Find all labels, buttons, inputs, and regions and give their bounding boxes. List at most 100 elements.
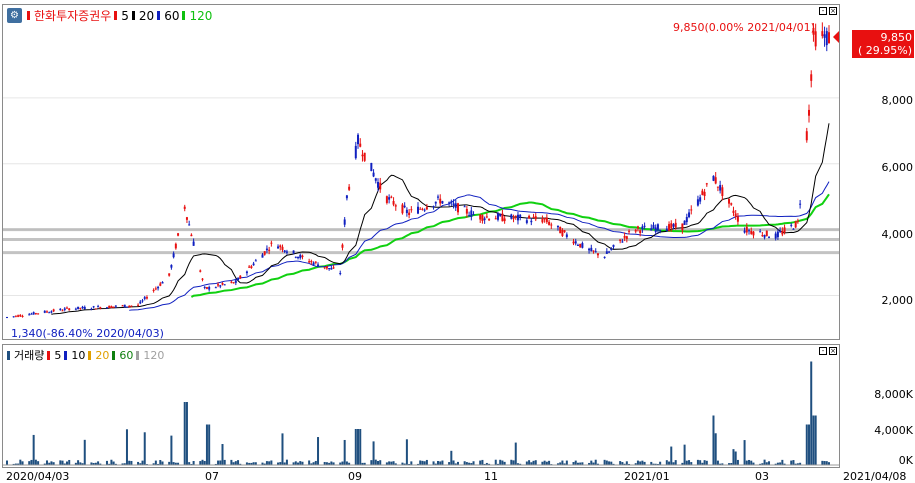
candle-body bbox=[363, 152, 366, 161]
volume-chart[interactable] bbox=[3, 345, 839, 467]
candle-body bbox=[814, 31, 817, 47]
minimize-icon[interactable]: - bbox=[819, 347, 827, 355]
close-icon[interactable]: × bbox=[829, 7, 837, 15]
candle-body bbox=[805, 131, 808, 141]
volume-bar bbox=[705, 460, 708, 465]
candle-body bbox=[405, 209, 408, 214]
volume-bar bbox=[317, 437, 320, 465]
candle-body bbox=[650, 228, 653, 231]
candle-body bbox=[177, 233, 180, 236]
volume-bar bbox=[425, 459, 428, 465]
volume-bar bbox=[712, 415, 715, 465]
volume-bar bbox=[161, 461, 164, 465]
candle-body bbox=[281, 246, 284, 250]
candle-body bbox=[765, 230, 768, 236]
volume-bar bbox=[514, 442, 517, 465]
candle-body bbox=[328, 268, 331, 270]
candle-body bbox=[763, 235, 766, 238]
candle-body bbox=[234, 280, 237, 283]
candle-body bbox=[108, 305, 111, 308]
candle-body bbox=[110, 306, 113, 308]
candle-body bbox=[463, 206, 466, 208]
candle-body bbox=[634, 229, 637, 232]
volume-chart-panel[interactable]: 거래량 5 10 20 60 120 - × bbox=[2, 344, 840, 468]
candle-body bbox=[121, 305, 124, 307]
close-icon[interactable]: × bbox=[829, 347, 837, 355]
candle-body bbox=[105, 307, 108, 309]
volume-bar bbox=[308, 460, 311, 465]
candle-body bbox=[28, 314, 31, 316]
candle-body bbox=[308, 261, 311, 263]
candle-body bbox=[332, 267, 335, 269]
candle-body bbox=[494, 218, 497, 220]
volume-bar bbox=[230, 459, 233, 465]
candle-body bbox=[828, 32, 830, 44]
candle-body bbox=[596, 253, 599, 256]
volume-bar bbox=[219, 460, 222, 465]
volume-bar bbox=[823, 461, 826, 465]
candle-body bbox=[752, 231, 755, 236]
candle-body bbox=[719, 185, 722, 191]
candle-body bbox=[323, 267, 326, 269]
volume-bar bbox=[525, 461, 528, 465]
candle-body bbox=[97, 306, 100, 308]
candle-body bbox=[612, 244, 615, 247]
candle-body bbox=[796, 220, 799, 222]
volume-bar bbox=[419, 460, 422, 465]
price-tick: 2,000 bbox=[881, 294, 914, 307]
volume-bar bbox=[32, 434, 35, 465]
legend-swatch bbox=[136, 350, 140, 360]
volume-bar bbox=[619, 461, 622, 465]
volume-bar bbox=[237, 460, 240, 465]
volume-bar bbox=[68, 459, 71, 465]
candle-body bbox=[188, 224, 191, 226]
volume-bar bbox=[696, 459, 699, 465]
candle-body bbox=[125, 306, 128, 308]
price-legend: ⚙ 한화투자증권우 5 20 60 120 bbox=[7, 7, 212, 24]
volume-bar bbox=[714, 433, 717, 465]
candle-body bbox=[750, 231, 753, 234]
gear-icon[interactable]: ⚙ bbox=[7, 8, 22, 23]
volume-bar bbox=[716, 460, 719, 465]
candle-body bbox=[223, 284, 226, 286]
volume-bar bbox=[299, 461, 302, 465]
volume-bar bbox=[501, 460, 504, 465]
stock-name[interactable]: 한화투자증권우 bbox=[34, 7, 111, 24]
candle-body bbox=[516, 214, 519, 221]
volume-bar bbox=[130, 460, 133, 465]
candle-body bbox=[608, 251, 611, 253]
candle-body bbox=[499, 214, 502, 217]
current-change: ( 29.95%) bbox=[857, 44, 912, 57]
candle-body bbox=[252, 263, 255, 266]
price-chart[interactable] bbox=[3, 5, 839, 339]
volume-bar bbox=[234, 461, 237, 465]
candle-body bbox=[343, 219, 346, 225]
candle-body bbox=[656, 224, 659, 231]
volume-bar bbox=[285, 459, 288, 465]
volume-bar bbox=[294, 461, 297, 465]
candle-body bbox=[30, 313, 33, 315]
candle-body bbox=[114, 305, 117, 307]
current-price-marker bbox=[833, 30, 839, 43]
candle-body bbox=[736, 216, 739, 222]
volume-bar bbox=[354, 429, 357, 465]
candle-body bbox=[341, 244, 344, 248]
candle-body bbox=[370, 162, 373, 172]
volume-title[interactable]: 거래량 bbox=[14, 347, 44, 363]
candle-body bbox=[250, 266, 253, 269]
volume-bar bbox=[825, 461, 828, 465]
candle-body bbox=[610, 248, 613, 251]
volume-bar bbox=[810, 361, 813, 465]
volume-bar bbox=[636, 460, 639, 465]
candle-body bbox=[425, 207, 428, 210]
volume-bar bbox=[83, 439, 86, 465]
minimize-icon[interactable]: - bbox=[819, 7, 827, 15]
price-chart-panel[interactable]: ⚙ 한화투자증권우 5 20 60 120 - × 9,850(0.00% 20… bbox=[2, 4, 840, 340]
candle-body bbox=[330, 268, 333, 270]
volume-bar bbox=[192, 461, 195, 465]
volume-bar bbox=[377, 460, 380, 465]
candle-body bbox=[325, 266, 328, 269]
volume-bar bbox=[50, 461, 53, 465]
volume-bar bbox=[270, 460, 273, 465]
candle-body bbox=[701, 190, 704, 195]
